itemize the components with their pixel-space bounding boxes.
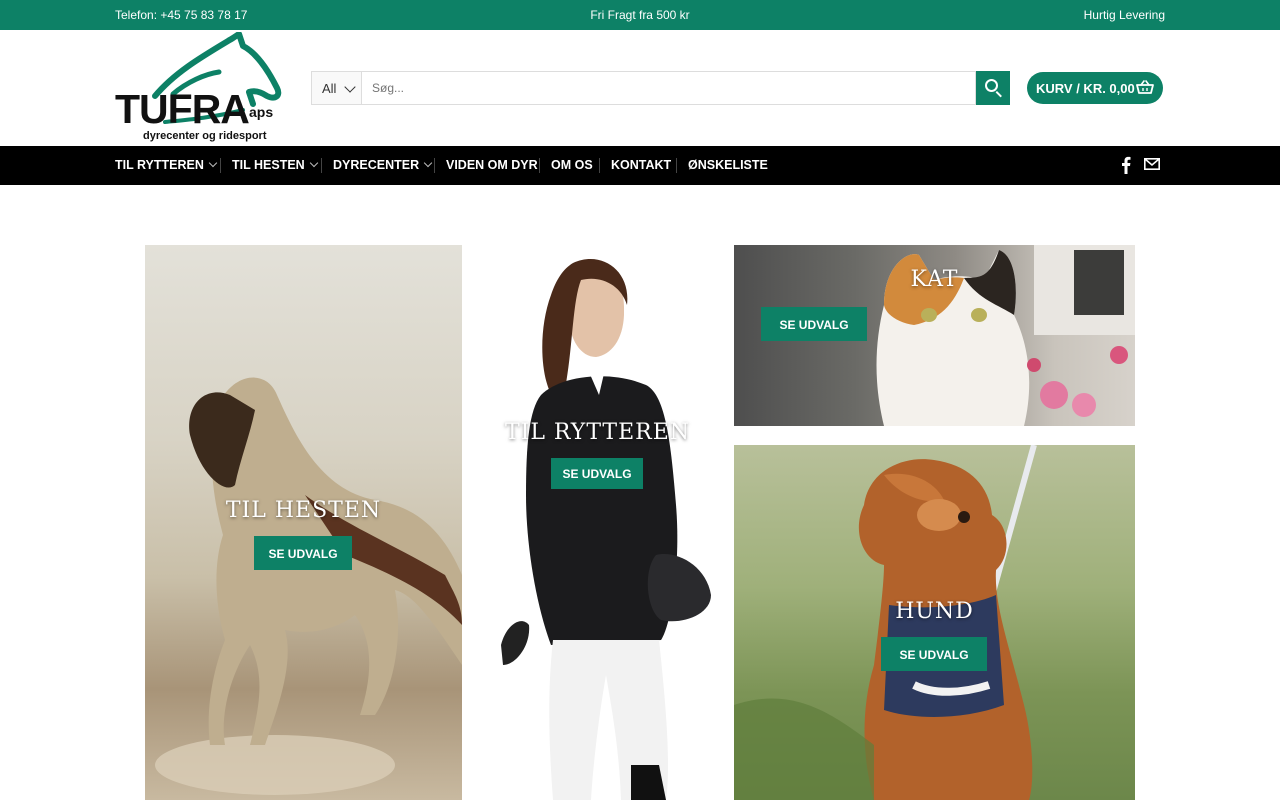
nav-item-label: TIL HESTEN [232,158,305,172]
search-category-value: All [322,81,337,96]
se-udvalg-button[interactable]: SE UDVALG [551,458,643,489]
mail-icon[interactable] [1144,158,1160,170]
nav-item-label: DYRECENTER [333,158,420,172]
nav-item-viden-om-dyr[interactable]: VIDEN OM DYR [446,158,538,172]
nav-item-label: VIDEN OM DYR [446,158,538,172]
nav-item-label: KONTAKT [611,158,672,172]
tile-title: HUND [895,599,974,624]
chevron-down-icon [309,158,318,168]
nav-item-onskeliste[interactable]: ØNSKELISTE [688,158,768,172]
chevron-down-icon [423,158,433,168]
tile-title: KAT [910,267,959,292]
nav-divider [321,158,322,173]
category-tile-til-rytteren[interactable]: TIL RYTTEREN SE UDVALG [481,245,714,800]
logo-suffix: aps [249,104,274,120]
nav-divider [599,158,600,173]
category-tile-til-hesten[interactable]: TIL HESTEN SE UDVALG [145,245,462,800]
nav-divider [676,158,677,173]
category-tile-hund[interactable]: HUND SE UDVALG [734,445,1135,800]
chevron-down-icon [344,81,356,93]
nav-item-kontakt[interactable]: KONTAKT [611,158,671,172]
search-input[interactable] [362,71,976,105]
search-category-select[interactable]: All [311,71,362,105]
nav-divider [220,158,221,173]
facebook-icon[interactable] [1121,156,1131,174]
search-icon [985,79,998,92]
nav-divider [539,158,540,173]
header: TUFRA aps dyrecenter og ridesport All KU… [0,30,1280,146]
logo-tagline: dyrecenter og ridesport [143,130,267,142]
nav-item-til-hesten[interactable]: TIL HESTEN [232,158,318,172]
rider-image [501,259,711,800]
se-udvalg-button[interactable]: SE UDVALG [881,637,987,671]
fast-delivery-text: Hurtig Levering [1083,8,1165,22]
se-udvalg-button[interactable]: SE UDVALG [761,307,867,341]
logo[interactable]: TUFRA aps dyrecenter og ridesport [115,32,285,144]
tile-title: TIL HESTEN [225,498,382,523]
nav-item-om-os[interactable]: OM OS [551,158,593,172]
cart-button[interactable]: KURV / KR. 0,00 [1027,72,1163,104]
search-button[interactable] [976,71,1010,105]
top-bar: Telefon: +45 75 83 78 17 Fri Fragt fra 5… [0,0,1280,30]
nav-item-label: TIL RYTTEREN [115,158,204,172]
nav-item-label: OM OS [551,158,593,172]
logo-wordmark: TUFRA [115,86,250,132]
tile-title: TIL RYTTEREN [504,420,691,445]
main-nav: TIL RYTTEREN TIL HESTEN DYRECENTER VIDEN… [0,146,1280,185]
cart-label: KURV / KR. 0,00 [1036,81,1135,96]
nav-divider [434,158,435,173]
nav-item-dyrecenter[interactable]: DYRECENTER [333,158,433,172]
se-udvalg-button[interactable]: SE UDVALG [254,536,352,570]
chevron-down-icon [208,158,218,168]
basket-icon [1136,80,1154,94]
nav-item-til-rytteren[interactable]: TIL RYTTEREN [115,158,218,172]
category-tile-kat[interactable]: KAT SE UDVALG [734,245,1135,426]
search-form: All [311,71,1010,105]
nav-item-label: ØNSKELISTE [688,158,768,172]
